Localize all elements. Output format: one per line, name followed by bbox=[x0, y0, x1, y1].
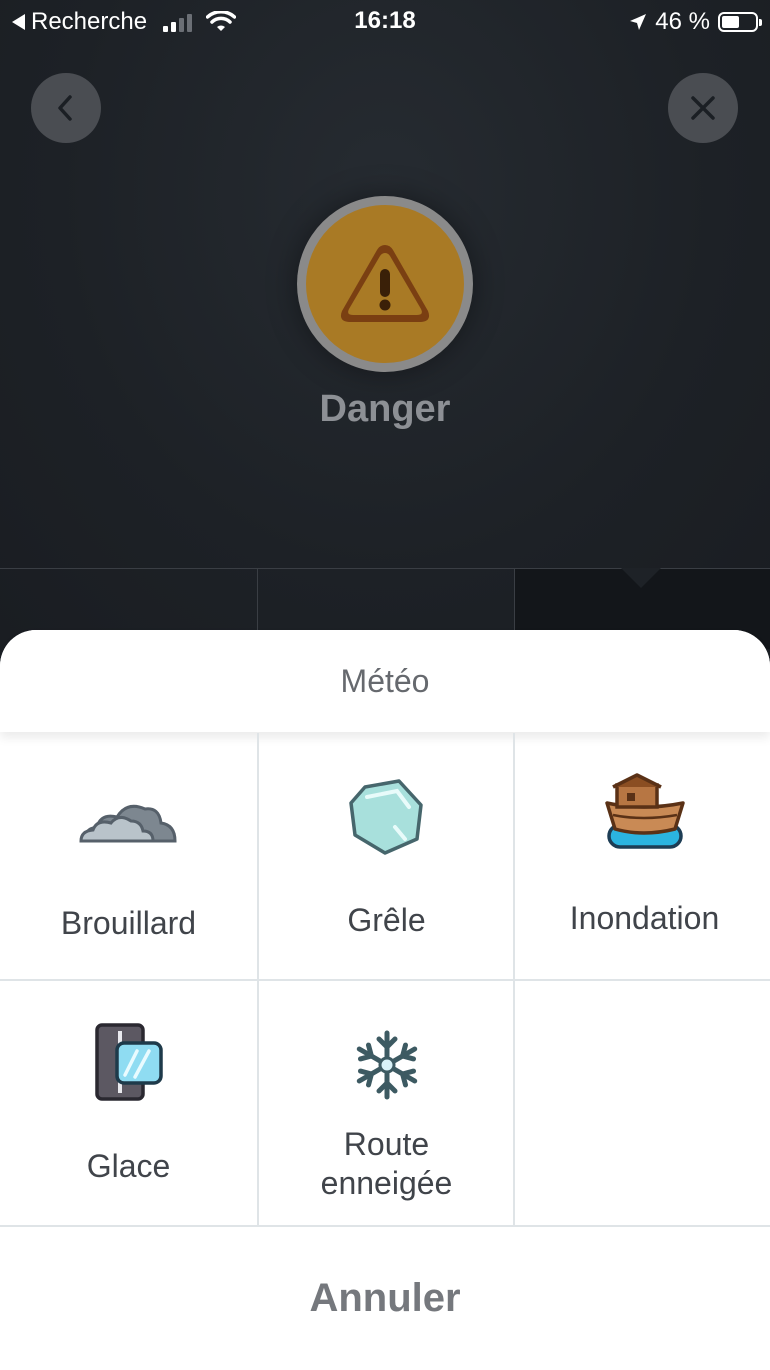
bottom-sheet: Météo Brouillard Grêle Inondation Glace … bbox=[0, 630, 770, 1370]
option-inondation[interactable]: Inondation bbox=[516, 733, 770, 979]
snowflake-icon bbox=[356, 1030, 417, 1100]
selected-tab-caret bbox=[621, 568, 661, 588]
battery-icon bbox=[718, 12, 762, 32]
location-icon bbox=[630, 14, 647, 30]
battery-percent: 46 % bbox=[655, 8, 710, 35]
hail-icon bbox=[348, 779, 423, 855]
sheet-title: Météo bbox=[0, 630, 770, 732]
option-grele[interactable]: Grêle bbox=[258, 733, 515, 979]
option-label: Inondation bbox=[569, 900, 720, 936]
fog-icon bbox=[78, 804, 177, 843]
option-label: Brouillard bbox=[60, 905, 197, 941]
chevron-left-icon bbox=[58, 95, 72, 121]
option-label: Grêle bbox=[347, 902, 426, 938]
option-label: Route enneigée bbox=[320, 1126, 453, 1201]
flood-ark-icon bbox=[604, 773, 685, 849]
close-button[interactable] bbox=[668, 73, 738, 143]
status-bar: Recherche 16:18 46 % bbox=[0, 0, 770, 42]
option-glace[interactable]: Glace bbox=[0, 981, 257, 1225]
empty-cell bbox=[516, 981, 770, 1225]
back-button[interactable] bbox=[31, 73, 101, 143]
ice-road-icon bbox=[94, 1023, 163, 1101]
option-label: Glace bbox=[86, 1148, 171, 1184]
option-route-enneigee[interactable]: Route enneigée bbox=[258, 981, 515, 1225]
close-icon bbox=[691, 96, 715, 120]
cancel-button[interactable]: Annuler bbox=[0, 1226, 770, 1370]
warning-triangle-icon bbox=[340, 245, 430, 322]
danger-badge bbox=[297, 196, 473, 372]
option-brouillard[interactable]: Brouillard bbox=[0, 733, 257, 979]
danger-title: Danger bbox=[319, 388, 451, 430]
